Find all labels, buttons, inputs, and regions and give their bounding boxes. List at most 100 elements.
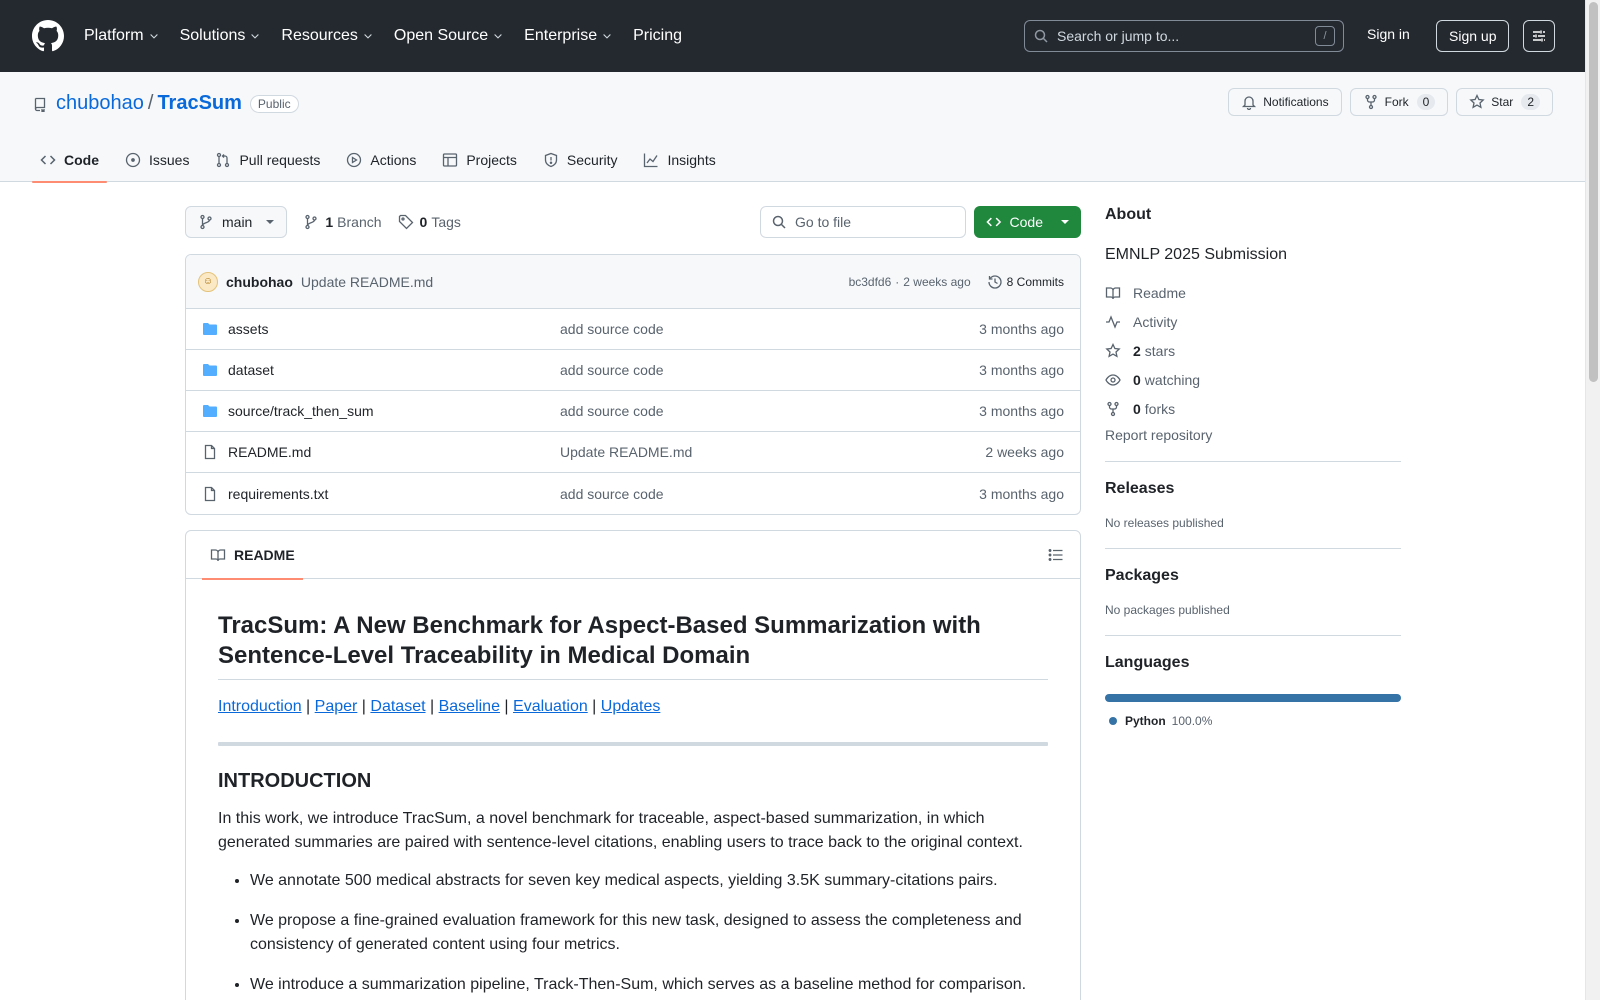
caret-down-icon bbox=[1061, 220, 1069, 224]
sidebar-divider bbox=[1105, 461, 1401, 462]
table-row[interactable]: source/track_then_sum add source code 3 … bbox=[186, 391, 1080, 432]
branch-selector-button[interactable]: main bbox=[185, 206, 288, 238]
releases-heading[interactable]: Releases bbox=[1105, 480, 1401, 498]
file-commit-time: 3 months ago bbox=[979, 403, 1064, 419]
table-row[interactable]: requirements.txt add source code 3 month… bbox=[186, 473, 1080, 514]
settings-menu-button[interactable] bbox=[1523, 20, 1555, 52]
graph-icon bbox=[644, 153, 659, 168]
activity-link[interactable]: Activity bbox=[1105, 307, 1401, 336]
tab-security-label: Security bbox=[566, 152, 618, 168]
repo-owner-link[interactable]: chubohao bbox=[56, 92, 144, 115]
file-commit-message[interactable]: add source code bbox=[560, 403, 664, 419]
page-scrollbar[interactable] bbox=[1585, 0, 1600, 1000]
nav-pricing[interactable]: Pricing bbox=[633, 20, 682, 52]
link-evaluation[interactable]: Evaluation bbox=[513, 698, 588, 715]
file-name-link[interactable]: dataset bbox=[228, 362, 274, 378]
watching-link[interactable]: 0 watching bbox=[1105, 365, 1401, 394]
link-introduction[interactable]: Introduction bbox=[218, 698, 302, 715]
folder-icon bbox=[203, 364, 217, 376]
tab-issues-label: Issues bbox=[149, 152, 190, 168]
nav-resources[interactable]: Resources bbox=[281, 20, 373, 52]
language-legend-item[interactable]: Python 100.0% bbox=[1105, 714, 1401, 728]
forks-link[interactable]: 0 forks bbox=[1105, 394, 1401, 423]
file-commit-message[interactable]: Update README.md bbox=[560, 444, 692, 460]
link-baseline[interactable]: Baseline bbox=[439, 698, 500, 715]
chevron-down-icon bbox=[149, 34, 158, 39]
nav-solutions[interactable]: Solutions bbox=[180, 20, 262, 52]
tab-actions-label: Actions bbox=[370, 152, 417, 168]
github-logo-icon[interactable] bbox=[32, 20, 64, 52]
eye-icon bbox=[1105, 373, 1121, 386]
introduction-paragraph: In this work, we introduce TracSum, a no… bbox=[218, 810, 1023, 851]
tab-code[interactable]: Code bbox=[32, 138, 107, 183]
tab-pull-requests[interactable]: Pull requests bbox=[207, 138, 328, 182]
commit-meta: bc3dfd6 · 2 weeks ago 8 Commits bbox=[849, 274, 1064, 290]
code-icon bbox=[986, 217, 1002, 227]
file-commit-message[interactable]: add source code bbox=[560, 362, 664, 378]
global-header: Platform Solutions Resources Open Source… bbox=[0, 0, 1585, 72]
tags-link[interactable]: 0 Tags bbox=[398, 214, 461, 230]
tab-actions[interactable]: Actions bbox=[338, 138, 424, 182]
file-name-link[interactable]: requirements.txt bbox=[228, 486, 328, 502]
fork-button[interactable]: Fork 0 bbox=[1349, 88, 1449, 116]
global-search-input[interactable]: Search or jump to... / bbox=[1024, 20, 1344, 52]
tab-security[interactable]: Security bbox=[535, 138, 626, 182]
list-icon[interactable] bbox=[1048, 547, 1064, 563]
avatar[interactable]: ☺ bbox=[198, 271, 218, 292]
pull-request-icon bbox=[217, 152, 230, 168]
file-name-link[interactable]: assets bbox=[228, 321, 268, 337]
nav-enterprise[interactable]: Enterprise bbox=[524, 20, 613, 52]
commits-history-link[interactable]: 8 Commits bbox=[987, 274, 1064, 290]
language-name: Python bbox=[1125, 714, 1166, 728]
tab-pull-requests-label: Pull requests bbox=[239, 152, 321, 168]
about-links: Readme Activity 2 stars 0 watching 0 for… bbox=[1105, 278, 1401, 423]
scrollbar-thumb[interactable] bbox=[1589, 2, 1598, 382]
file-commit-message[interactable]: add source code bbox=[560, 321, 664, 337]
shield-icon bbox=[544, 152, 558, 168]
activity-link-label: Activity bbox=[1133, 313, 1178, 330]
stars-link[interactable]: 2 stars bbox=[1105, 336, 1401, 365]
report-repository-link[interactable]: Report repository bbox=[1105, 427, 1401, 443]
fork-count: 0 bbox=[1416, 94, 1436, 110]
list-item: We propose a fine-grained evaluation fra… bbox=[250, 909, 1048, 957]
readme-tab[interactable]: README bbox=[202, 531, 303, 580]
file-commit-message[interactable]: add source code bbox=[560, 486, 664, 502]
tab-issues[interactable]: Issues bbox=[117, 138, 197, 182]
commit-message-link[interactable]: Update README.md bbox=[301, 274, 433, 290]
nav-open-source[interactable]: Open Source bbox=[394, 20, 504, 52]
global-nav: Platform Solutions Resources Open Source… bbox=[84, 20, 702, 52]
commit-meta-dot: · bbox=[895, 274, 900, 289]
packages-empty-text: No packages published bbox=[1105, 603, 1230, 617]
nav-resources-label: Resources bbox=[281, 27, 358, 44]
table-row[interactable]: assets add source code 3 months ago bbox=[186, 309, 1080, 350]
link-paper[interactable]: Paper bbox=[315, 698, 358, 715]
commit-hash-link[interactable]: bc3dfd6 bbox=[849, 275, 892, 289]
go-to-file-placeholder: Go to file bbox=[795, 214, 852, 230]
table-row[interactable]: README.md Update README.md 2 weeks ago bbox=[186, 432, 1080, 473]
nav-platform[interactable]: Platform bbox=[84, 20, 160, 52]
file-name-link[interactable]: source/track_then_sum bbox=[228, 403, 374, 419]
code-dropdown-button[interactable]: Code bbox=[974, 206, 1081, 238]
link-updates[interactable]: Updates bbox=[601, 698, 661, 715]
watching-count: 0 bbox=[1133, 371, 1141, 388]
notifications-button[interactable]: Notifications bbox=[1228, 88, 1342, 116]
commit-author-link[interactable]: chubohao bbox=[226, 274, 293, 290]
repo-description: EMNLP 2025 Submission bbox=[1105, 246, 1288, 263]
nav-pricing-label: Pricing bbox=[633, 27, 682, 44]
branches-link[interactable]: 1 Branch bbox=[303, 214, 382, 230]
readme-link[interactable]: Readme bbox=[1105, 278, 1401, 307]
sign-in-link[interactable]: Sign in bbox=[1367, 26, 1410, 42]
commits-label: 8 Commits bbox=[1006, 274, 1064, 289]
sidebar-divider bbox=[1105, 635, 1401, 636]
packages-heading[interactable]: Packages bbox=[1105, 567, 1401, 585]
tab-projects[interactable]: Projects bbox=[434, 138, 525, 182]
tab-insights[interactable]: Insights bbox=[635, 138, 723, 182]
star-button[interactable]: Star 2 bbox=[1456, 88, 1553, 116]
sign-up-button[interactable]: Sign up bbox=[1436, 20, 1510, 52]
table-row[interactable]: dataset add source code 3 months ago bbox=[186, 350, 1080, 391]
file-name-link[interactable]: README.md bbox=[228, 444, 311, 460]
repo-name-link[interactable]: TracSum bbox=[157, 92, 241, 115]
link-dataset[interactable]: Dataset bbox=[370, 698, 425, 715]
go-to-file-input[interactable]: Go to file bbox=[760, 206, 966, 238]
search-shortcut-key: / bbox=[1315, 26, 1335, 46]
